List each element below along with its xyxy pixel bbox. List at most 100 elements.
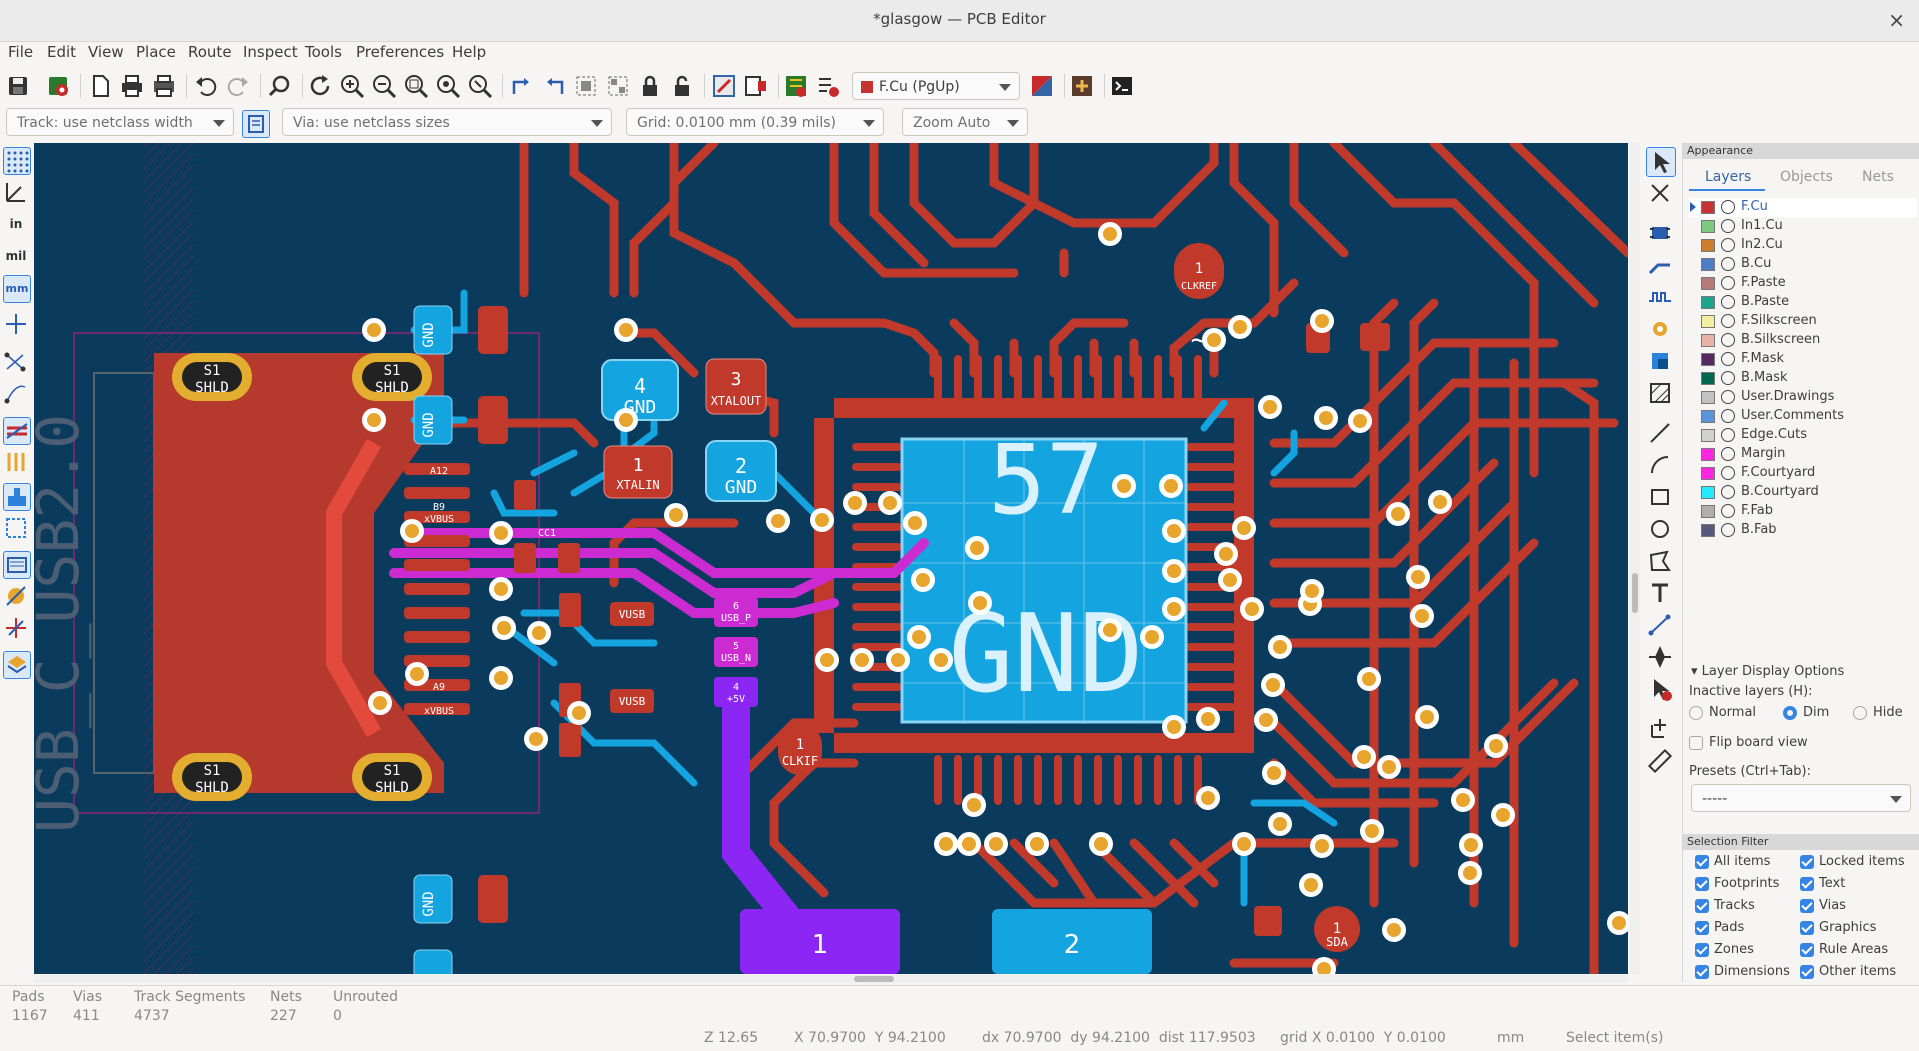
draw-line-icon[interactable] xyxy=(1646,419,1674,447)
add-via-icon[interactable] xyxy=(1646,315,1674,343)
page-setup-icon[interactable] xyxy=(86,72,114,100)
visibility-eye-icon[interactable] xyxy=(1721,257,1735,271)
visibility-eye-icon[interactable] xyxy=(1721,276,1735,290)
find-icon[interactable] xyxy=(266,72,294,100)
layer-display-options[interactable]: ▾ Layer Display Options xyxy=(1691,664,1844,679)
menu-help[interactable]: Help xyxy=(452,43,486,61)
qfn-pin[interactable] xyxy=(1186,523,1236,531)
qfn-pin[interactable] xyxy=(1186,643,1236,651)
layer-row-edge-cuts[interactable]: Edge.Cuts xyxy=(1689,426,1917,445)
drc-icon[interactable] xyxy=(782,72,810,100)
draw-rectangle-icon[interactable] xyxy=(1646,483,1674,511)
mm-units-icon[interactable]: mm xyxy=(3,275,31,303)
qfn-pin[interactable] xyxy=(852,583,902,591)
inches-units-icon[interactable]: in xyxy=(3,211,29,237)
select-arrow-icon[interactable] xyxy=(1646,147,1676,177)
qfn-pin[interactable] xyxy=(852,603,902,611)
show-pads-icon[interactable] xyxy=(3,449,29,475)
layer-color-swatch[interactable] xyxy=(1701,486,1715,499)
zone-outline-icon[interactable] xyxy=(3,515,29,541)
layer-color-swatch[interactable] xyxy=(1701,410,1715,423)
qfn-pin[interactable] xyxy=(1194,355,1202,405)
layer-color-swatch[interactable] xyxy=(1701,391,1715,404)
presets-select[interactable]: ----- xyxy=(1691,784,1911,812)
zone-fill-icon[interactable] xyxy=(3,551,31,579)
draw-arc-icon[interactable] xyxy=(1646,451,1674,479)
mils-units-icon[interactable]: mil xyxy=(3,243,29,269)
flip-board-checkbox[interactable] xyxy=(1689,736,1703,750)
canvas-vertical-scrollbar[interactable] xyxy=(1630,143,1640,974)
unlock-icon[interactable] xyxy=(668,72,696,100)
qfn-pin[interactable] xyxy=(1134,355,1142,405)
qfn-pin[interactable] xyxy=(1074,355,1082,405)
qfn-pin[interactable] xyxy=(1186,443,1236,451)
grid-origin-icon[interactable] xyxy=(1646,715,1674,743)
qfn-pin[interactable] xyxy=(1186,663,1236,671)
measure-tool-icon[interactable] xyxy=(1646,747,1674,775)
plot-icon[interactable] xyxy=(150,72,178,100)
layer-color-swatch[interactable] xyxy=(1701,277,1715,290)
auto-track-width-icon[interactable] xyxy=(242,110,270,138)
visibility-eye-icon[interactable] xyxy=(1721,523,1735,537)
add-zone-icon[interactable] xyxy=(1646,347,1674,375)
qfn-pin[interactable] xyxy=(852,703,902,711)
qfn-pin[interactable] xyxy=(1186,623,1236,631)
qfn-pin[interactable] xyxy=(1094,755,1102,805)
visibility-eye-icon[interactable] xyxy=(1721,504,1735,518)
visibility-eye-icon[interactable] xyxy=(1721,447,1735,461)
layer-row-in2-cu[interactable]: In2.Cu xyxy=(1689,236,1917,255)
qfn-pin[interactable] xyxy=(974,355,982,405)
visibility-eye-icon[interactable] xyxy=(1721,352,1735,366)
scrollbar-thumb[interactable] xyxy=(854,976,894,982)
cursor-crosshair-icon[interactable] xyxy=(3,311,29,337)
draw-polygon-icon[interactable] xyxy=(1646,547,1674,575)
ungroup-icon[interactable] xyxy=(604,72,632,100)
qfn-pin[interactable] xyxy=(1186,603,1236,611)
net-inspector-icon[interactable] xyxy=(3,615,29,641)
zoom-select[interactable]: Zoom Auto xyxy=(902,108,1028,136)
qfn-pin[interactable] xyxy=(1154,355,1162,405)
polar-coords-icon[interactable] xyxy=(3,179,29,205)
layer-color-swatch[interactable] xyxy=(1701,429,1715,442)
qfn-pin[interactable] xyxy=(1186,483,1236,491)
layer-color-swatch[interactable] xyxy=(1701,505,1715,518)
layer-pair-icon[interactable] xyxy=(1028,72,1056,100)
qfn-pin[interactable] xyxy=(954,355,962,405)
visibility-eye-icon[interactable] xyxy=(1721,428,1735,442)
layer-row-f-courtyard[interactable]: F.Courtyard xyxy=(1689,464,1917,483)
qfn-pin[interactable] xyxy=(1034,755,1042,805)
board-setup-icon[interactable] xyxy=(44,72,72,100)
qfn-pin[interactable] xyxy=(1014,355,1022,405)
lock-icon[interactable] xyxy=(636,72,664,100)
track-width-select[interactable]: Track: use netclass width xyxy=(6,108,234,136)
radio-dim[interactable] xyxy=(1783,706,1797,720)
qfn-pin[interactable] xyxy=(1186,503,1236,511)
layer-color-swatch[interactable] xyxy=(1701,372,1715,385)
qfn-pin[interactable] xyxy=(1186,683,1236,691)
qfn-pin[interactable] xyxy=(994,755,1002,805)
qfn-pin[interactable] xyxy=(954,755,962,805)
visibility-eye-icon[interactable] xyxy=(1721,238,1735,252)
visibility-eye-icon[interactable] xyxy=(1721,295,1735,309)
zoom-selection-icon[interactable] xyxy=(466,72,494,100)
print-icon[interactable] xyxy=(118,72,146,100)
qfn-pin[interactable] xyxy=(1094,355,1102,405)
layer-row-in1-cu[interactable]: In1.Cu xyxy=(1689,217,1917,236)
qfn-pin[interactable] xyxy=(1034,355,1042,405)
rotate-ccw-icon[interactable] xyxy=(508,72,536,100)
layer-color-swatch[interactable] xyxy=(1701,467,1715,480)
layer-row-b-courtyard[interactable]: B.Courtyard xyxy=(1689,483,1917,502)
qfn-pin[interactable] xyxy=(852,483,902,491)
layer-row-margin[interactable]: Margin xyxy=(1689,445,1917,464)
pcb-canvas[interactable]: 57 GND 1 2 S1 SHLD S1 SHLD S1 SHLD S1 SH… xyxy=(34,143,1628,974)
layer-row-b-cu[interactable]: B.Cu xyxy=(1689,255,1917,274)
canvas-horizontal-scrollbar[interactable] xyxy=(34,975,1628,983)
tab-objects[interactable]: Objects xyxy=(1780,169,1833,185)
qfn-pin[interactable] xyxy=(852,523,902,531)
tab-layers[interactable]: Layers xyxy=(1705,169,1751,185)
visibility-eye-icon[interactable] xyxy=(1721,485,1735,499)
grid-select[interactable]: Grid: 0.0100 mm (0.39 mils) xyxy=(626,108,884,136)
scripting-console-icon[interactable] xyxy=(1108,72,1136,100)
qfn-pin[interactable] xyxy=(1134,755,1142,805)
layer-color-swatch[interactable] xyxy=(1701,239,1715,252)
